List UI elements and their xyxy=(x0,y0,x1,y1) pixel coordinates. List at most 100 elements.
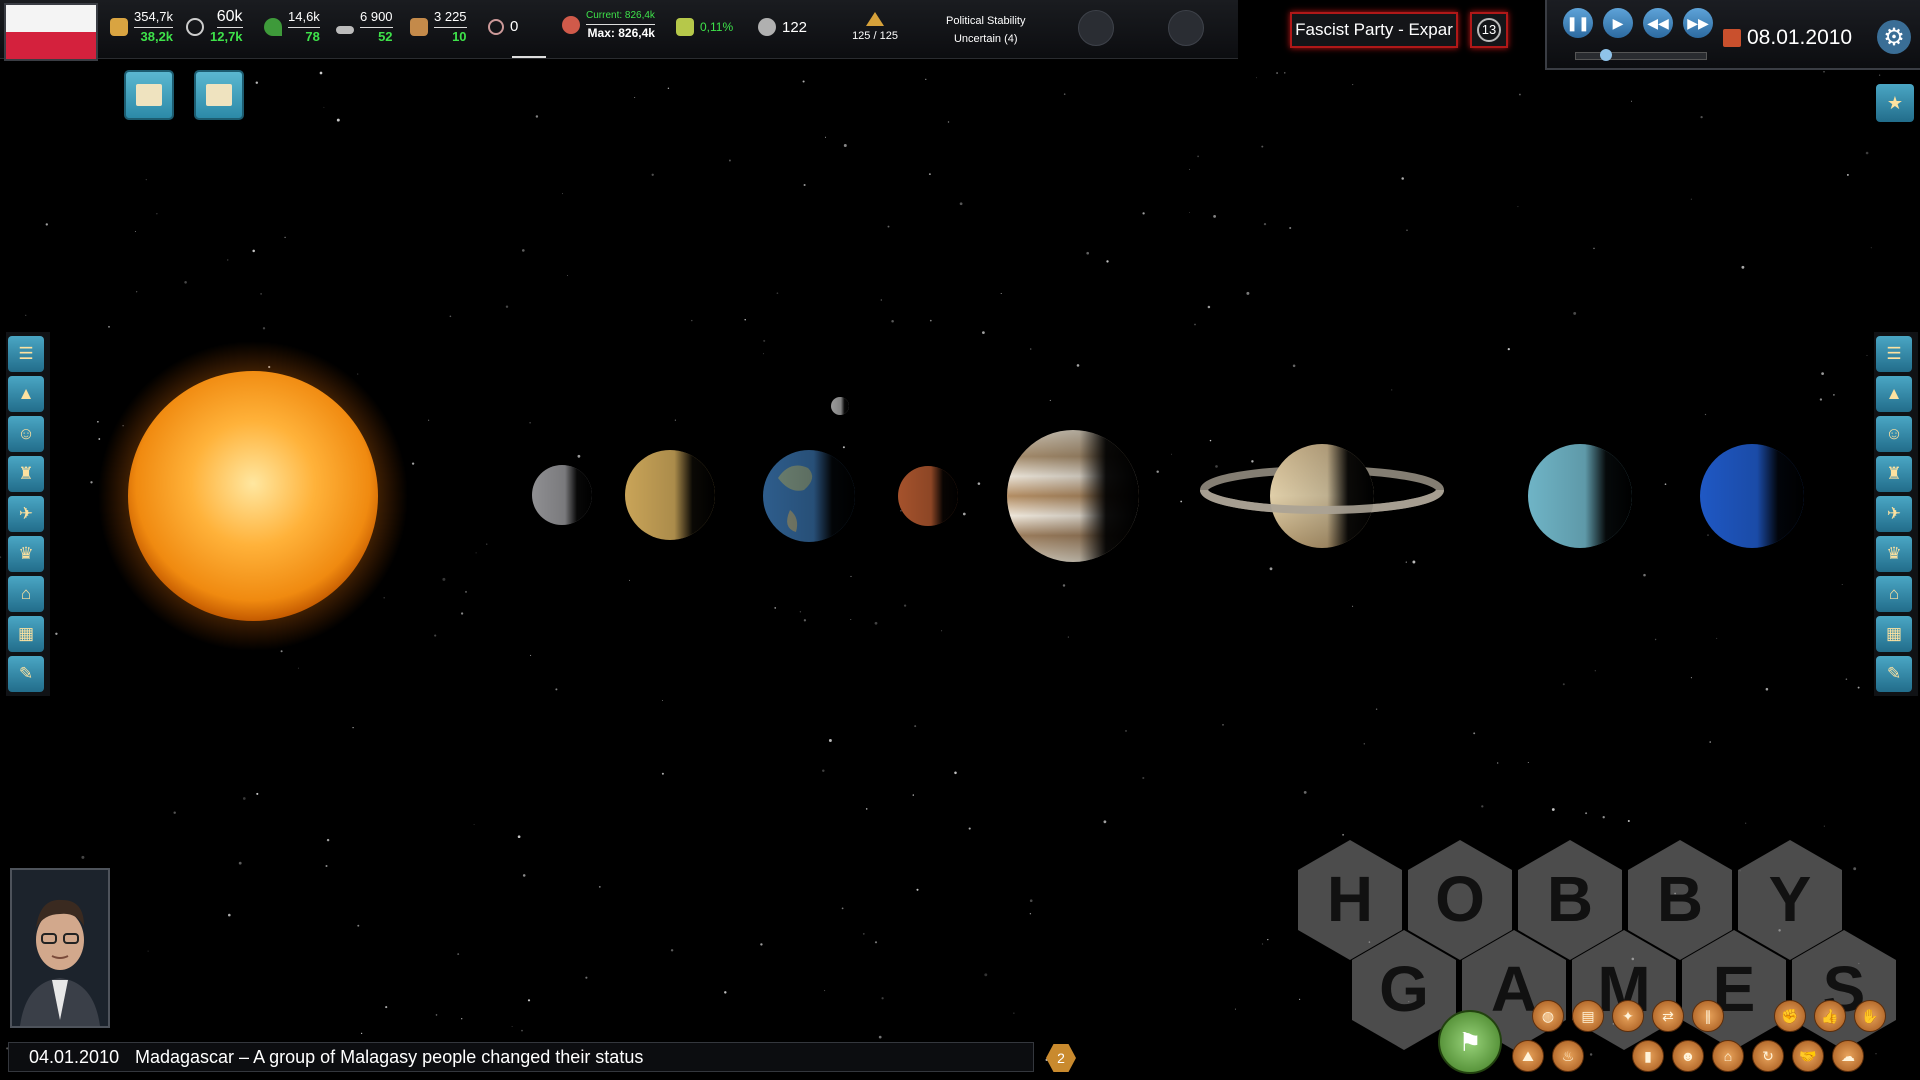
bars-icon[interactable]: ▮ xyxy=(1632,1040,1664,1072)
approval-icon xyxy=(758,18,776,36)
chart-hand-icon[interactable]: ✋ xyxy=(1854,1000,1886,1032)
leader-portrait[interactable] xyxy=(10,868,110,1028)
star xyxy=(674,419,676,421)
scroll-button-2[interactable] xyxy=(194,70,244,120)
bank-icon[interactable]: ⌂ xyxy=(1712,1040,1744,1072)
military-icon[interactable]: ✈ xyxy=(8,496,44,532)
construction-icon[interactable]: ⌂ xyxy=(8,576,44,612)
moon[interactable] xyxy=(831,397,849,415)
star xyxy=(1527,761,1529,764)
stat-military-units[interactable]: 125 / 125 xyxy=(842,12,908,42)
star xyxy=(763,353,764,355)
box-icon xyxy=(410,18,428,36)
more-icon[interactable]: ♜ xyxy=(1876,456,1912,492)
world-icon[interactable]: ◍ xyxy=(1532,1000,1564,1032)
officer-icon[interactable]: ⌂ xyxy=(1876,576,1912,612)
lightbulb-icon[interactable] xyxy=(1078,10,1114,46)
globe-icon[interactable]: ♛ xyxy=(1876,536,1912,572)
star xyxy=(914,725,917,728)
scroll-button-1[interactable] xyxy=(124,70,174,120)
stat-approval[interactable]: 122 xyxy=(758,18,807,36)
play-icon[interactable]: ▶ xyxy=(1603,8,1633,38)
planet-venus[interactable] xyxy=(625,450,715,540)
thumb-icon[interactable]: 👍 xyxy=(1814,1000,1846,1032)
flag-red-stripe xyxy=(6,32,96,59)
stat-income[interactable]: 60k 12,7k xyxy=(186,8,243,46)
main-action-button[interactable]: ⚑ xyxy=(1438,1010,1502,1074)
star xyxy=(1473,732,1476,735)
fist-icon[interactable]: ✊ xyxy=(1774,1000,1806,1032)
star xyxy=(1197,155,1199,158)
star xyxy=(744,318,746,321)
hill-icon[interactable]: ⛰ xyxy=(1512,1040,1544,1072)
fast-forward-icon[interactable]: ▶▶ xyxy=(1683,8,1713,38)
star xyxy=(464,590,468,593)
bookmark-folder-icon[interactable]: ★ xyxy=(1876,84,1914,122)
stat-oil[interactable]: 6 900 52 xyxy=(336,8,393,46)
stat-political-stability[interactable]: Political Stability Uncertain (4) xyxy=(920,12,1025,48)
rocket-icon[interactable] xyxy=(1168,10,1204,46)
stat-growth[interactable]: 0,11% xyxy=(676,18,733,36)
cloud-icon[interactable]: ☁ xyxy=(1832,1040,1864,1072)
planet-mars[interactable] xyxy=(898,466,958,526)
economy-icon[interactable]: ▲ xyxy=(8,376,44,412)
star xyxy=(1251,460,1254,463)
game-speed-slider[interactable] xyxy=(1575,49,1707,61)
people-icon[interactable]: ☻ xyxy=(1672,1040,1704,1072)
star xyxy=(173,811,176,814)
food-bottom: 78 xyxy=(305,29,320,44)
planet-uranus[interactable] xyxy=(1528,444,1632,548)
rewind-icon[interactable]: ◀◀ xyxy=(1643,8,1673,38)
star xyxy=(1481,805,1484,808)
money-bag-icon xyxy=(110,18,128,36)
star xyxy=(1207,305,1211,309)
population-icon[interactable]: ☺ xyxy=(8,416,44,452)
diplomacy-icon[interactable]: ☰ xyxy=(8,336,44,372)
party-count-badge[interactable]: 13 xyxy=(1470,12,1508,48)
pause-icon[interactable]: ❚❚ xyxy=(1563,8,1593,38)
laws-icon[interactable]: ♛ xyxy=(8,536,44,572)
stat-goods[interactable]: 3 225 10 xyxy=(410,8,467,46)
stat-research[interactable]: 0 xyxy=(488,18,518,35)
gear-icon[interactable]: ⚙ xyxy=(1877,20,1911,54)
stat-food[interactable]: 14,6k 78 xyxy=(264,8,320,46)
news-ticker[interactable]: 04.01.2010 Madagascar – A group of Malag… xyxy=(8,1042,1034,1072)
handshake-icon[interactable]: ☰ xyxy=(1876,336,1912,372)
treasury-icon[interactable]: ▦ xyxy=(1876,616,1912,652)
documents-icon[interactable]: ✎ xyxy=(8,656,44,692)
nuclear-icon[interactable]: ✎ xyxy=(1876,656,1912,692)
star xyxy=(1303,790,1307,794)
party-button[interactable]: Fascist Party - Expar xyxy=(1290,12,1458,48)
star xyxy=(357,924,360,927)
stripes-icon[interactable]: ∥ xyxy=(1692,1000,1724,1032)
spy-icon[interactable]: ✈ xyxy=(1876,496,1912,532)
crowd-icon xyxy=(562,15,580,34)
trade-icon[interactable]: ♜ xyxy=(8,456,44,492)
star xyxy=(1103,820,1107,824)
alliance-icon[interactable]: ▲ xyxy=(1876,376,1912,412)
fire-icon[interactable]: ♨ xyxy=(1552,1040,1584,1072)
handshake-icon[interactable]: 🤝 xyxy=(1792,1040,1824,1072)
award-icon[interactable]: ☺ xyxy=(1876,416,1912,452)
star xyxy=(802,80,805,83)
budget-icon[interactable]: ▦ xyxy=(8,616,44,652)
star xyxy=(670,949,674,952)
planet-mercury[interactable] xyxy=(532,465,592,525)
speed-slider-knob[interactable] xyxy=(1599,49,1612,61)
scroll-icon xyxy=(136,84,162,106)
country-flag[interactable] xyxy=(4,3,98,61)
planet-earth[interactable] xyxy=(763,450,855,542)
planet-jupiter[interactable] xyxy=(1007,430,1139,562)
star xyxy=(1076,364,1080,367)
planet-neptune[interactable] xyxy=(1700,444,1804,548)
star xyxy=(850,575,852,577)
swap-icon[interactable]: ⇄ xyxy=(1652,1000,1684,1032)
star xyxy=(475,552,477,554)
industry-icon[interactable]: ▤ xyxy=(1572,1000,1604,1032)
cycle-icon[interactable]: ↻ xyxy=(1752,1040,1784,1072)
star xyxy=(629,579,630,581)
stat-treasury[interactable]: 354,7k 38,2k xyxy=(110,8,174,46)
star xyxy=(900,509,902,512)
satellite-icon[interactable]: ✦ xyxy=(1612,1000,1644,1032)
stat-population[interactable]: Current: 826,4k Max: 826,4k xyxy=(562,8,655,41)
